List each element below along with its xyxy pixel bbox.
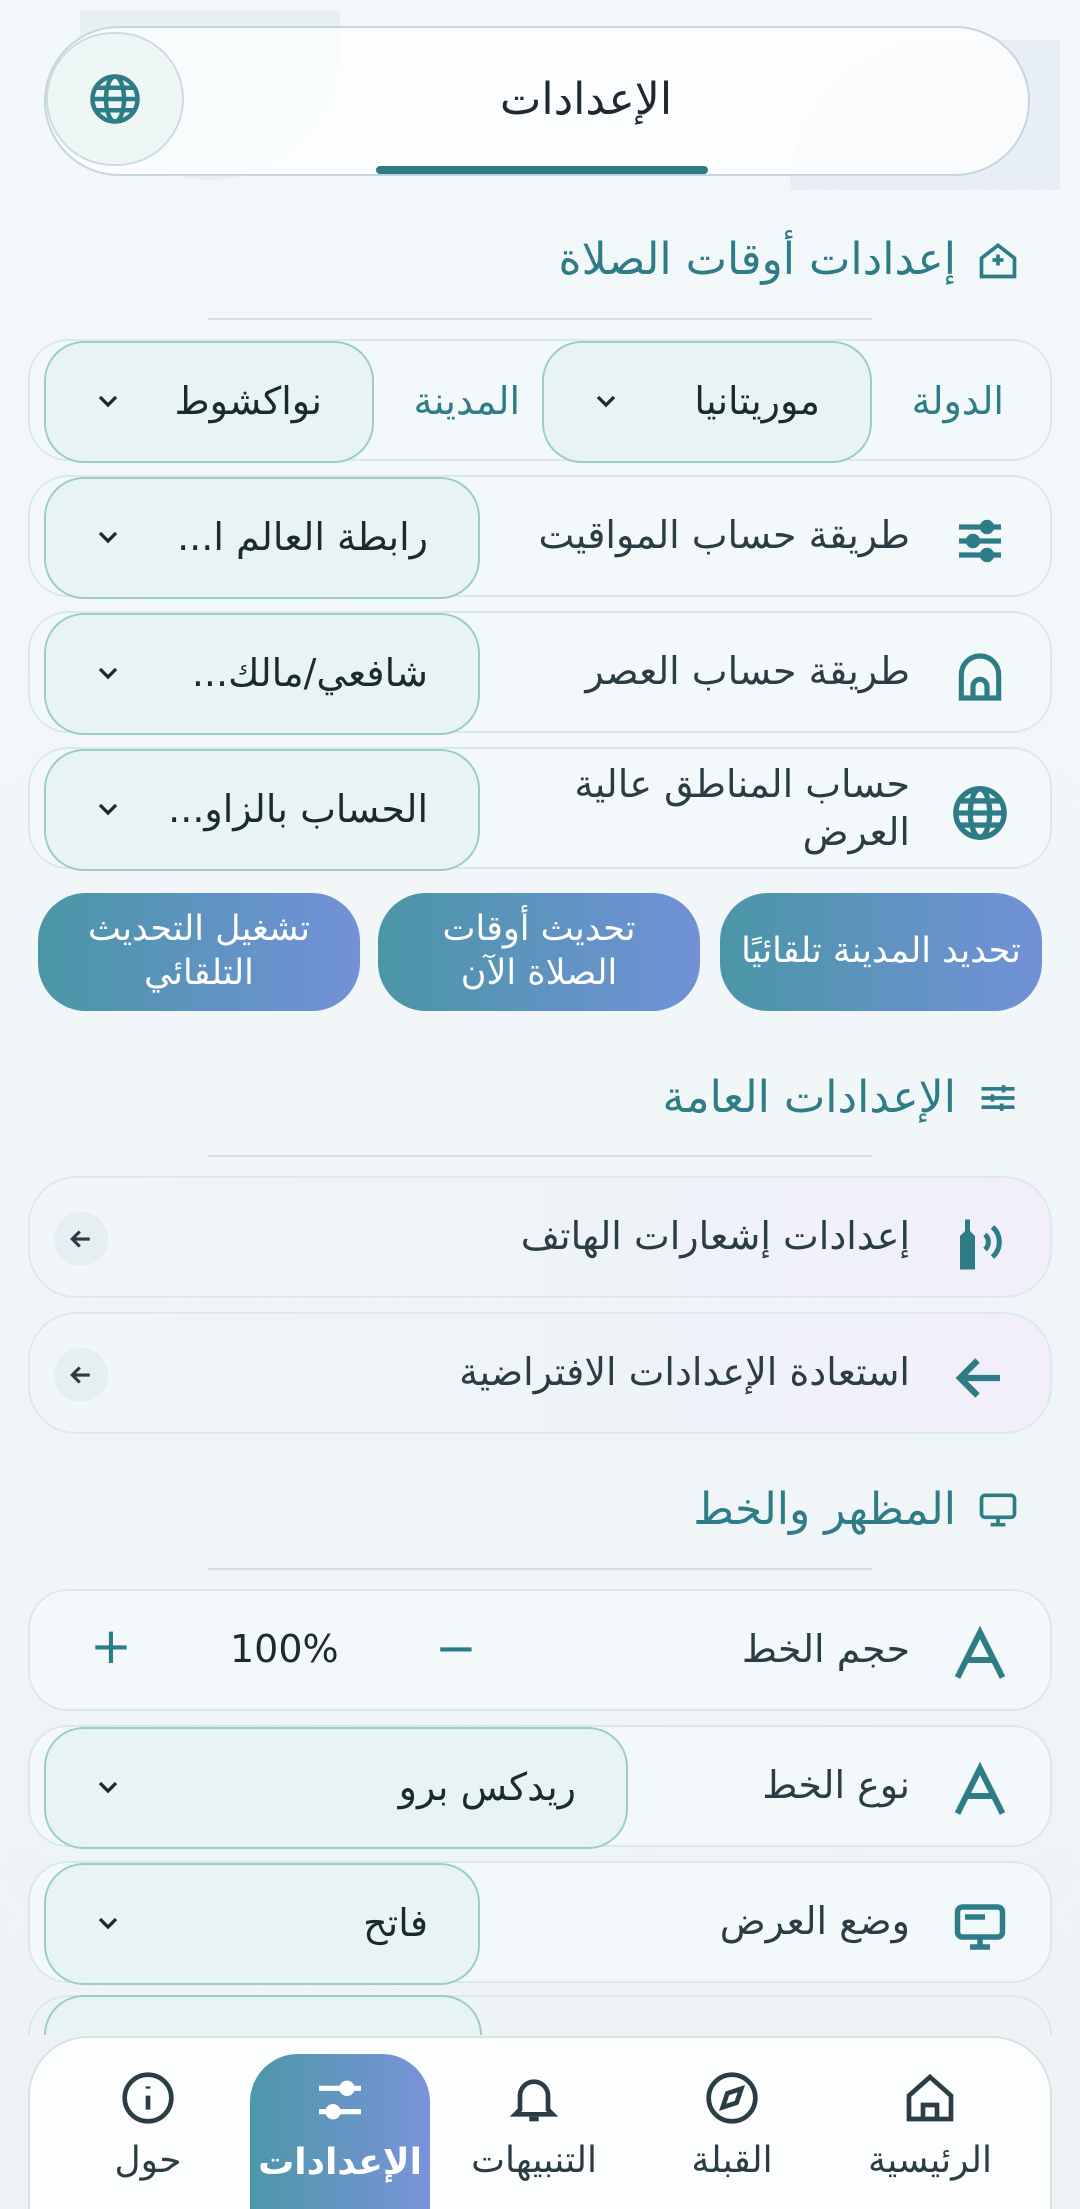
- font-type-select[interactable]: ريدكس برو: [44, 1727, 628, 1849]
- compass-icon: [706, 2072, 758, 2124]
- font-size-value: 100%: [230, 1627, 339, 1671]
- sliders-icon: [950, 511, 1010, 571]
- restore-defaults-row[interactable]: استعادة الإعدادات الافتراضية: [28, 1312, 1052, 1434]
- display-mode-row: وضع العرض فاتح: [28, 1861, 1052, 1985]
- arrow-left-icon: [950, 1348, 1010, 1408]
- home-icon: [906, 2073, 954, 2122]
- nav-settings[interactable]: الإعدادات: [250, 2054, 430, 2209]
- nav-home-label: الرئيسية: [868, 2140, 992, 2181]
- nav-alerts-label: التنبيهات: [471, 2140, 597, 2181]
- chevron-down-icon: [98, 1781, 118, 1794]
- page-title: الإعدادات: [499, 74, 673, 125]
- nav-settings-label: الإعدادات: [258, 2142, 422, 2183]
- font-size-row: حجم الخط − 100% +: [28, 1589, 1052, 1711]
- font-size-increase-button[interactable]: +: [90, 1617, 132, 1675]
- prayer-section-title: إعدادات أوقات الصلاة: [559, 234, 1020, 285]
- country-value: موريتانيا: [694, 379, 820, 423]
- detect-city-button[interactable]: تحديد المدينة تلقائيًا: [720, 893, 1042, 1011]
- section-title-text: المظهر والخط: [693, 1484, 956, 1535]
- calc-method-select[interactable]: رابطة العالم ا...: [44, 477, 480, 599]
- asr-method-row: طريقة حساب العصر شافعي/مالك...: [28, 611, 1052, 735]
- bell-icon: [509, 2079, 559, 2122]
- mosque-icon: [979, 242, 1017, 278]
- display-mode-select[interactable]: فاتح: [44, 1863, 480, 1985]
- high-latitude-row: حساب المناطق عالية العرض الحساب بالزاو..…: [28, 747, 1052, 871]
- city-value: نواكشوط: [174, 379, 322, 423]
- appearance-section-title: المظهر والخط: [693, 1484, 1020, 1535]
- nav-qibla-label: القبلة: [691, 2140, 773, 2181]
- nav-qibla[interactable]: القبلة: [642, 2038, 822, 2209]
- app-header: الإعدادات: [44, 26, 1030, 176]
- monitor-icon: [979, 1493, 1017, 1526]
- country-select[interactable]: موريتانيا: [542, 341, 872, 463]
- mosque-dome-icon: [950, 647, 1010, 707]
- globe-icon: [90, 74, 140, 124]
- location-row: الدولة موريتانيا المدينة نواكشوط: [28, 339, 1052, 463]
- globe-icon: [950, 783, 1010, 843]
- nav-about[interactable]: حول: [58, 2038, 238, 2209]
- update-prayer-times-button[interactable]: تحديث أوقات الصلاة الآن: [378, 893, 700, 1011]
- asr-method-value: شافعي/مالك...: [191, 651, 428, 695]
- section-title-text: الإعدادات العامة: [662, 1072, 956, 1123]
- asr-method-label: طريقة حساب العصر: [585, 649, 910, 693]
- display-mode-label: وضع العرض: [719, 1899, 910, 1943]
- auto-update-button[interactable]: تشغيل التحديث التلقائي: [38, 893, 360, 1011]
- divider: [208, 318, 872, 320]
- font-type-label: نوع الخط: [762, 1763, 910, 1807]
- bottom-navigation: الرئيسية القبلة التنبيهات الإعدادات حول: [28, 2036, 1052, 2209]
- divider: [208, 1155, 872, 1157]
- chevron-down-icon: [98, 531, 118, 544]
- high-latitude-value: الحساب بالزاو...: [168, 787, 428, 831]
- display-mode-value: فاتح: [363, 1901, 428, 1945]
- general-section-title: الإعدادات العامة: [662, 1072, 1020, 1123]
- nav-alerts[interactable]: التنبيهات: [444, 2038, 624, 2209]
- font-type-value: ريدكس برو: [398, 1765, 576, 1809]
- sliders-icon: [319, 2080, 361, 2120]
- info-icon: [122, 2072, 174, 2124]
- section-title-text: إعدادات أوقات الصلاة: [558, 234, 956, 285]
- calc-method-label: طريقة حساب المواقيت: [538, 513, 910, 557]
- chevron-down-icon: [98, 803, 118, 816]
- country-label: الدولة: [911, 379, 1004, 423]
- partial-select[interactable]: [44, 1995, 482, 2035]
- city-select[interactable]: نواكشوط: [44, 341, 374, 463]
- font-icon: [950, 1625, 1010, 1685]
- arrow-left-icon: [54, 1348, 108, 1402]
- notification-settings-label: إعدادات إشعارات الهاتف: [520, 1214, 910, 1258]
- sliders-icon: [981, 1084, 1015, 1111]
- notification-settings-row[interactable]: إعدادات إشعارات الهاتف: [28, 1176, 1052, 1298]
- restore-defaults-label: استعادة الإعدادات الافتراضية: [459, 1350, 910, 1394]
- arrow-left-icon: [54, 1212, 108, 1266]
- city-label: المدينة: [413, 379, 520, 423]
- font-size-label: حجم الخط: [741, 1627, 910, 1671]
- divider: [208, 1568, 872, 1570]
- font-icon: [950, 1761, 1010, 1821]
- chevron-down-icon: [596, 395, 616, 408]
- nav-about-label: حول: [114, 2140, 182, 2181]
- monitor-icon: [950, 1897, 1010, 1957]
- calc-method-value: رابطة العالم ا...: [177, 515, 428, 559]
- language-button[interactable]: [46, 32, 184, 166]
- calc-method-row: طريقة حساب المواقيت رابطة العالم ا...: [28, 475, 1052, 599]
- font-size-decrease-button[interactable]: −: [435, 1619, 477, 1677]
- high-latitude-label: حساب المناطق عالية العرض: [574, 762, 910, 854]
- asr-method-select[interactable]: شافعي/مالك...: [44, 613, 480, 735]
- high-latitude-select[interactable]: الحساب بالزاو...: [44, 749, 480, 871]
- nav-home[interactable]: الرئيسية: [840, 2038, 1020, 2209]
- chevron-down-icon: [98, 395, 118, 408]
- chevron-down-icon: [98, 667, 118, 680]
- minaret-sound-icon: [950, 1212, 1010, 1272]
- active-tab-indicator: [376, 166, 708, 174]
- chevron-down-icon: [98, 1917, 118, 1930]
- font-type-row: نوع الخط ريدكس برو: [28, 1725, 1052, 1849]
